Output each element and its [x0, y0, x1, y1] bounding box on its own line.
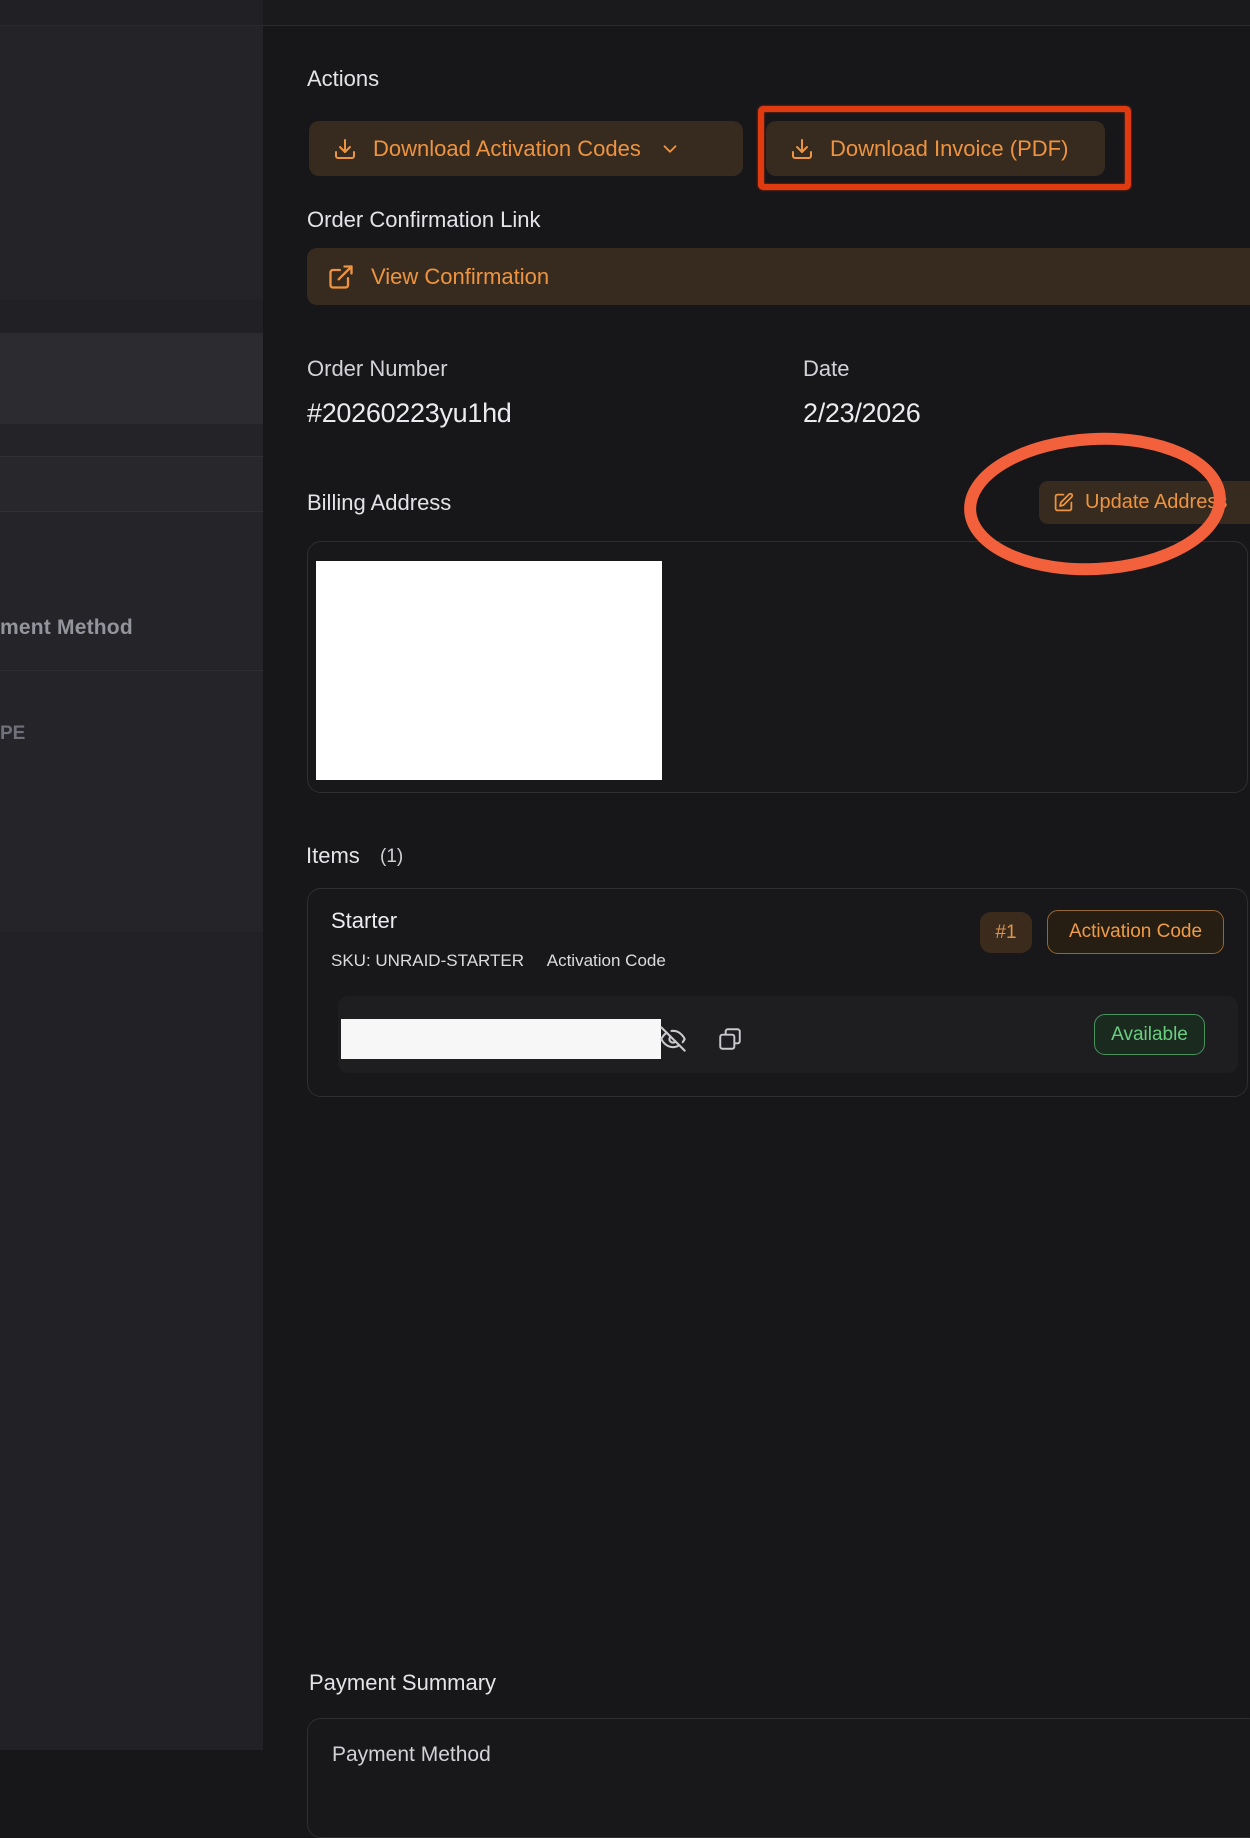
edit-pencil-icon: [1053, 492, 1074, 513]
sidebar-payment-method-label: ment Method: [0, 616, 133, 640]
top-bar: [0, 0, 1250, 26]
download-activation-codes-label: Download Activation Codes: [373, 136, 641, 162]
order-date-value: 2/23/2026: [803, 398, 920, 429]
external-link-icon: [327, 263, 355, 291]
sidebar-lower-area: [0, 932, 263, 1750]
update-address-label: Update Address: [1085, 491, 1227, 514]
sidebar-payment-provider-partial: PE: [0, 723, 25, 745]
items-count: (1): [380, 846, 403, 868]
redacted-billing-address: [316, 561, 662, 780]
item-card: Starter #1 Activation Code SKU: UNRAID-S…: [307, 888, 1248, 1097]
activation-code-row: Available: [338, 996, 1238, 1073]
toggle-code-visibility-button[interactable]: [659, 1025, 687, 1056]
chevron-down-icon: [659, 138, 681, 160]
item-name: Starter: [331, 908, 397, 934]
item-type-badge: Activation Code: [1047, 910, 1224, 954]
download-activation-codes-button[interactable]: Download Activation Codes: [309, 121, 743, 176]
copy-icon: [717, 1026, 743, 1052]
billing-address-card: [307, 541, 1248, 793]
download-invoice-button[interactable]: Download Invoice (PDF): [766, 121, 1105, 176]
view-confirmation-label: View Confirmation: [371, 264, 549, 290]
copy-code-button[interactable]: [717, 1026, 743, 1055]
items-heading: Items: [306, 843, 360, 869]
redacted-activation-code: [341, 1019, 661, 1059]
item-sku: SKU: UNRAID-STARTER Activation Code: [331, 951, 666, 971]
order-number-label: Order Number: [307, 356, 448, 382]
eye-off-icon: [659, 1025, 687, 1053]
sidebar-section-gap: [0, 300, 263, 333]
code-status-badge: Available: [1094, 1014, 1205, 1055]
actions-heading: Actions: [307, 66, 379, 92]
billing-address-heading: Billing Address: [307, 490, 451, 516]
item-index-badge: #1: [980, 912, 1032, 953]
update-address-button[interactable]: Update Address: [1039, 481, 1250, 524]
payment-summary-card: Payment Method: [307, 1718, 1250, 1838]
sidebar-row[interactable]: [0, 457, 263, 512]
top-bar-sidebar-segment: [0, 0, 263, 25]
download-icon: [333, 137, 357, 161]
payment-summary-heading: Payment Summary: [309, 1670, 496, 1696]
item-sku-label: SKU: UNRAID-STARTER: [331, 951, 524, 970]
sidebar-info-panel: ment Method PE: [0, 512, 263, 932]
order-confirmation-link-heading: Order Confirmation Link: [307, 207, 541, 233]
order-date-label: Date: [803, 356, 849, 382]
view-confirmation-button[interactable]: View Confirmation: [307, 248, 1250, 305]
item-type-label: Activation Code: [547, 951, 666, 970]
download-invoice-label: Download Invoice (PDF): [830, 136, 1068, 162]
order-details-page: { "sidebar": { "payment_method_label": "…: [0, 0, 1250, 1750]
divider: [0, 670, 263, 671]
sidebar-selected-row[interactable]: [0, 333, 263, 424]
payment-method-row-label: Payment Method: [332, 1743, 491, 1767]
order-number-value: #20260223yu1hd: [307, 398, 512, 429]
sidebar: ment Method PE: [0, 26, 263, 1750]
sidebar-row[interactable]: [0, 424, 263, 457]
download-icon: [790, 137, 814, 161]
